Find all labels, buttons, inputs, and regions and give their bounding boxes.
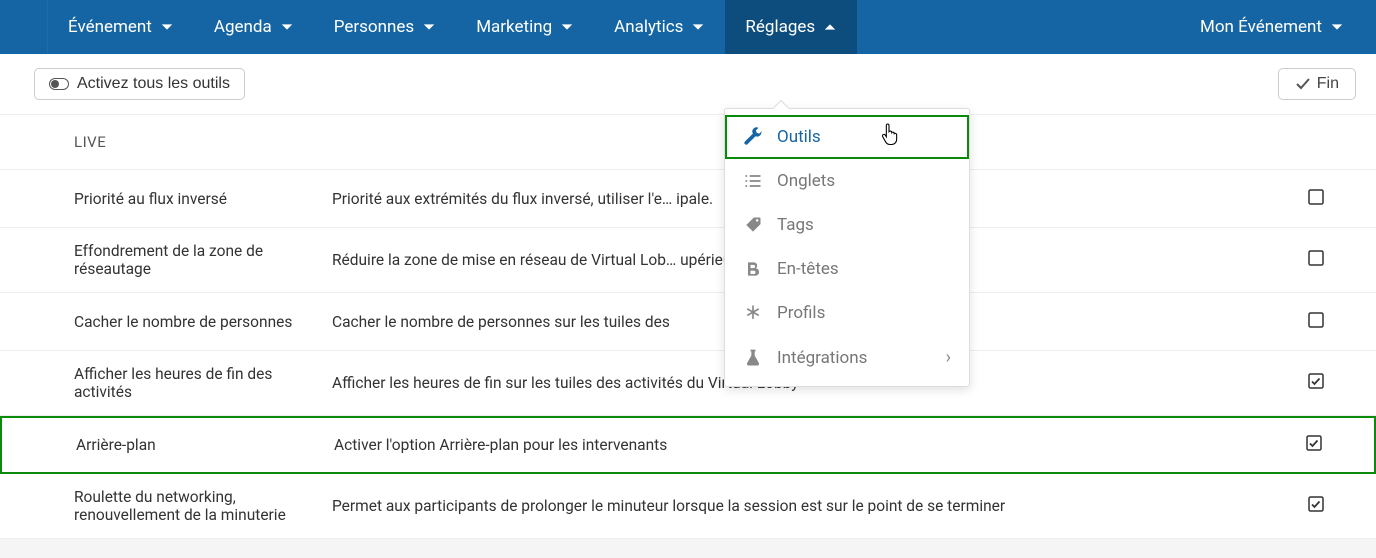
asterisk-icon [743, 303, 763, 323]
checkbox-checked-icon[interactable] [1308, 496, 1324, 512]
setting-checkbox-cell [1254, 421, 1374, 469]
chevron-down-icon [1330, 20, 1344, 34]
checkbox-checked-icon[interactable] [1308, 373, 1324, 389]
dropdown-label: Tags [777, 215, 814, 235]
setting-name: Priorité au flux inversé [0, 176, 320, 222]
chevron-down-icon [280, 20, 294, 34]
settings-row: Priorité au flux inverséPriorité aux ext… [0, 170, 1376, 228]
setting-checkbox-cell [1256, 482, 1376, 530]
nav-label: Événement [68, 17, 152, 37]
chevron-down-icon [160, 20, 174, 34]
toolbar: Activez tous les outils Fin [0, 54, 1376, 115]
chevron-up-icon [823, 20, 837, 34]
settings-row: Afficher les heures de fin des activités… [0, 351, 1376, 416]
chevron-down-icon [422, 20, 436, 34]
setting-checkbox-cell [1256, 175, 1376, 223]
bold-icon [743, 259, 763, 279]
nav-label: Réglages [745, 17, 815, 37]
reglages-dropdown: Outils Onglets Tags En-têtes Profils Int… [724, 108, 970, 387]
toggle-icon [49, 78, 69, 90]
nav-label: Analytics [614, 17, 683, 37]
toggle-label: Activez tous les outils [77, 75, 230, 93]
setting-checkbox-cell [1256, 298, 1376, 346]
cursor-hand-icon [881, 121, 901, 147]
fin-button[interactable]: Fin [1278, 68, 1356, 100]
nav-spacer [12, 0, 48, 54]
section-header-live: LIVE [0, 115, 1376, 170]
nav-right: Mon Événement [1180, 0, 1364, 54]
dropdown-item-integrations[interactable]: Intégrations › [725, 335, 969, 380]
chevron-right-icon: › [946, 347, 951, 368]
fin-label: Fin [1317, 75, 1339, 93]
settings-table: Priorité au flux inverséPriorité aux ext… [0, 170, 1376, 539]
dropdown-label: En-têtes [777, 259, 839, 279]
nav-label: Mon Événement [1200, 17, 1322, 37]
setting-checkbox-cell [1256, 359, 1376, 407]
nav-label: Marketing [476, 17, 552, 37]
dropdown-item-onglets[interactable]: Onglets [725, 159, 969, 203]
list-icon [743, 171, 763, 191]
dropdown-label: Intégrations [777, 348, 867, 368]
dropdown-item-entetes[interactable]: En-têtes [725, 247, 969, 291]
nav-item-agenda[interactable]: Agenda [194, 0, 314, 54]
dropdown-item-profils[interactable]: Profils [725, 291, 969, 335]
settings-row: Cacher le nombre de personnesCacher le n… [0, 293, 1376, 351]
setting-name: Effondrement de la zone de réseautage [0, 228, 320, 292]
dropdown-item-outils[interactable]: Outils [725, 115, 969, 159]
tag-icon [743, 215, 763, 235]
chevron-down-icon [560, 20, 574, 34]
flask-icon [743, 348, 763, 368]
checkbox-checked-icon[interactable] [1306, 435, 1322, 451]
settings-row: Roulette du networking, renouvellement d… [0, 474, 1376, 539]
setting-checkbox-cell [1256, 236, 1376, 284]
setting-name: Cacher le nombre de personnes [0, 299, 320, 345]
checkbox-unchecked-icon[interactable] [1308, 250, 1324, 266]
nav-item-reglages[interactable]: Réglages [725, 0, 857, 54]
settings-row: Effondrement de la zone de réseautageRéd… [0, 228, 1376, 293]
dropdown-label: Profils [777, 303, 825, 323]
setting-description: Activer l'option Arrière-plan pour les i… [322, 422, 1254, 468]
wrench-icon [743, 127, 763, 147]
setting-name: Arrière-plan [2, 422, 322, 468]
setting-description: Permet aux participants de prolonger le … [320, 483, 1256, 529]
nav-item-analytics[interactable]: Analytics [594, 0, 725, 54]
dropdown-label: Onglets [777, 171, 835, 191]
check-icon [1295, 76, 1311, 92]
toggle-all-tools-button[interactable]: Activez tous les outils [34, 68, 245, 100]
setting-name: Roulette du networking, renouvellement d… [0, 474, 320, 538]
dropdown-item-tags[interactable]: Tags [725, 203, 969, 247]
nav-left: Événement Agenda Personnes Marketing Ana… [48, 0, 857, 54]
content-wrapper: Activez tous les outils Fin LIVE Priorit… [0, 54, 1376, 539]
nav-item-personnes[interactable]: Personnes [314, 0, 456, 54]
checkbox-unchecked-icon[interactable] [1308, 312, 1324, 328]
nav-label: Personnes [334, 17, 414, 37]
nav-item-evenement[interactable]: Événement [48, 0, 194, 54]
nav-label: Agenda [214, 17, 272, 37]
setting-name: Afficher les heures de fin des activités [0, 351, 320, 415]
dropdown-label: Outils [777, 127, 821, 147]
nav-item-mon-evenement[interactable]: Mon Événement [1180, 0, 1364, 54]
top-navbar: Événement Agenda Personnes Marketing Ana… [0, 0, 1376, 54]
checkbox-unchecked-icon[interactable] [1308, 189, 1324, 205]
nav-item-marketing[interactable]: Marketing [456, 0, 594, 54]
chevron-down-icon [691, 20, 705, 34]
settings-row: Arrière-planActiver l'option Arrière-pla… [0, 416, 1376, 474]
